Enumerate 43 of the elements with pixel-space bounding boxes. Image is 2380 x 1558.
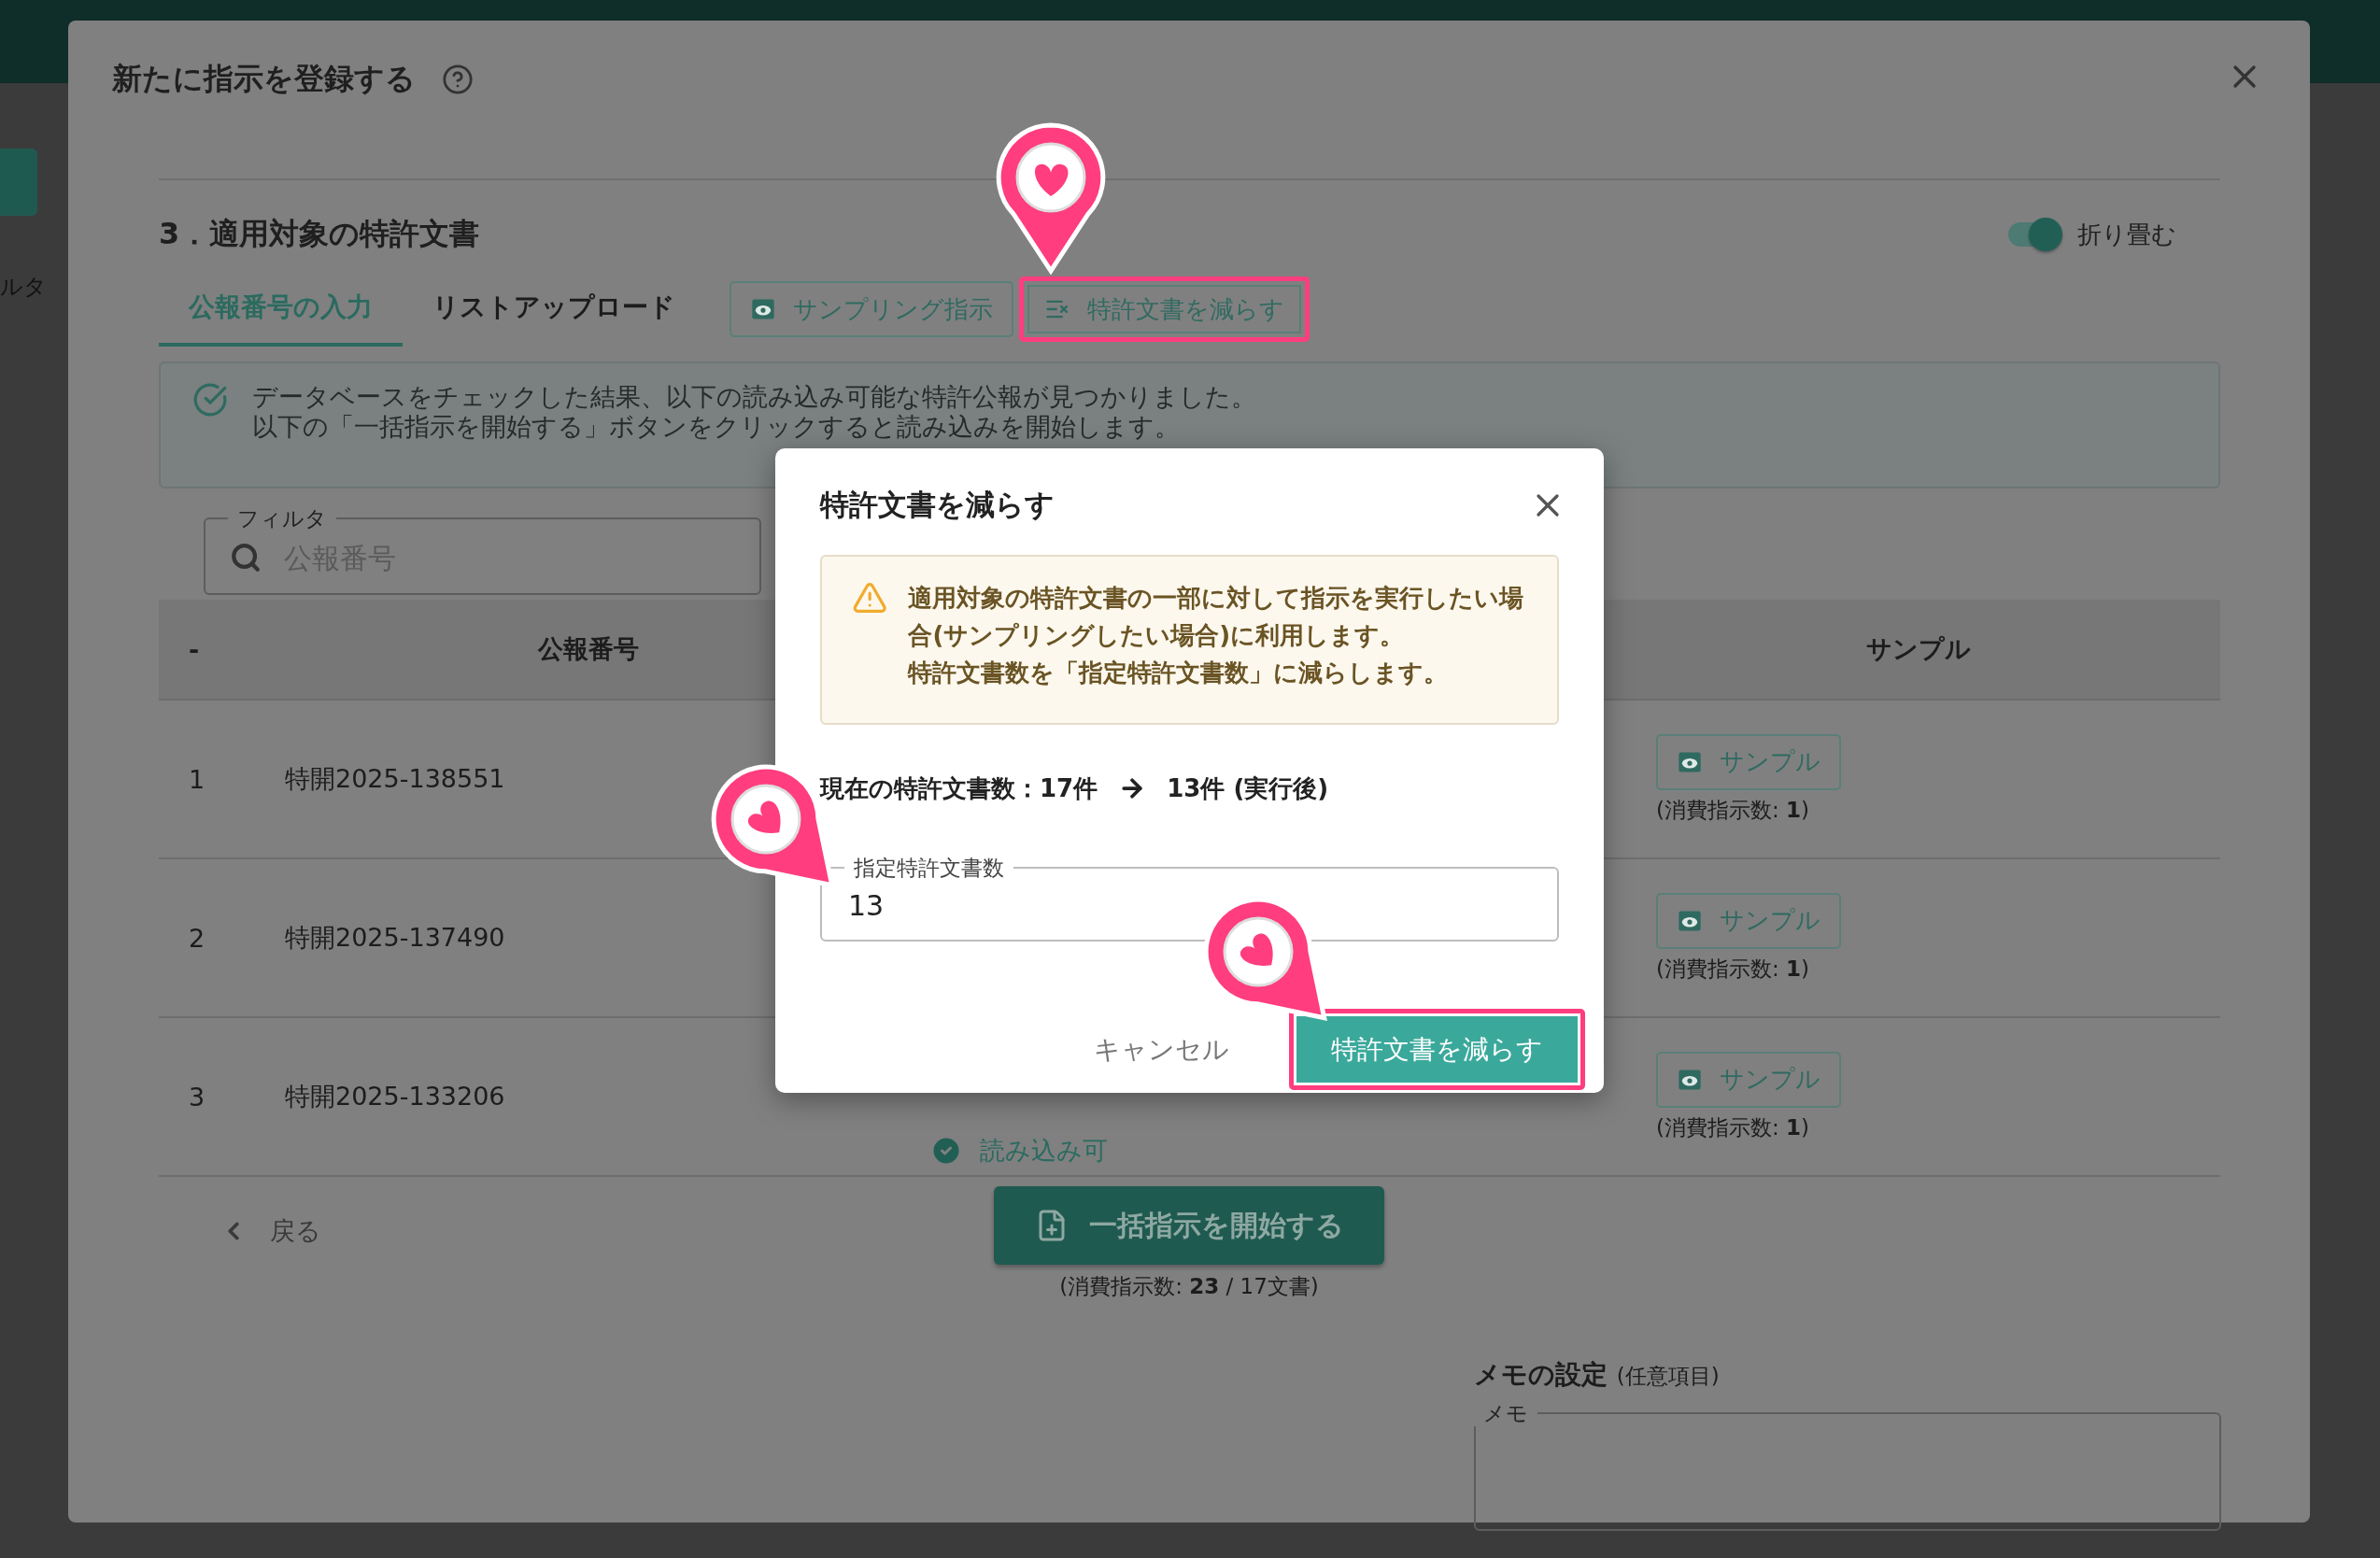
table-cell-text: 特開2025-133206 — [285, 1081, 505, 1112]
status-text: 読み込み可 — [980, 1135, 1108, 1167]
start-button[interactable]: 一括指示を開始する — [994, 1186, 1384, 1265]
tab[interactable]: リストアップロード — [403, 272, 705, 347]
modal-title: 新たに指示を登録する — [112, 60, 416, 98]
table-cell-text: 2 — [188, 923, 205, 953]
confirm-button[interactable]: 特許文書を減らす — [1289, 1009, 1585, 1090]
field-label: フィルタ — [237, 506, 327, 531]
heart-pin-icon — [995, 121, 1107, 276]
sample-button[interactable]: サンプル — [1656, 892, 1841, 949]
cancel-button[interactable]: キャンセル — [1088, 1030, 1235, 1069]
field-label: 指定特許文書数 — [854, 856, 1004, 880]
warning-text: 適用対象の特許文書の一部に対して指示を実行したい場合(サンプリングしたい場合)に利用します。 — [908, 583, 1525, 651]
alert-text: 以下の「一括指示を開始する」ボタンをクリックすると読み込みを開始します。 — [252, 412, 1181, 442]
dialog-title: 特許文書を減らす — [820, 487, 1055, 523]
memo-title: メモの設定 (任意項目) — [1474, 1358, 1721, 1392]
cost-note: (消費指示数: 1) — [1656, 1113, 1810, 1141]
table-cell-text: 1 — [188, 764, 205, 794]
help-icon[interactable] — [442, 63, 474, 95]
check-icon — [192, 382, 228, 418]
cost-note: (消費指示数: 1) — [1656, 955, 1810, 983]
current-count: 現在の特許文書数：17件 — [820, 772, 1098, 804]
table-cell-text: 3 — [188, 1082, 205, 1112]
alert-text: データベースをチェックした結果、以下の読み込み可能な特許公報が見つかりました。 — [252, 382, 1256, 412]
section-title: 3．適用対象の特許文書 — [159, 215, 480, 253]
number-input[interactable]: 13 — [846, 888, 1533, 923]
after-count: 13件 (実行後) — [1167, 772, 1329, 804]
column-header: - — [188, 634, 200, 664]
tab[interactable]: 公報番号の入力 — [159, 272, 403, 347]
column-header: 公報番号 — [538, 633, 639, 665]
field-label: メモ — [1483, 1401, 1528, 1425]
warning-text: 特許文書数を「指定特許文書数」に減らします。 — [908, 658, 1450, 688]
sample-button[interactable]: サンプル — [1656, 733, 1841, 790]
cost-note: (消費指示数: 23 / 17文書) — [1059, 1273, 1319, 1300]
table-cell-text: 特開2025-137490 — [285, 922, 505, 954]
sample-button[interactable]: サンプル — [1656, 1051, 1841, 1108]
reduce-button[interactable]: 特許文書を減らす — [1019, 276, 1310, 342]
column-header: サンプル — [1865, 633, 1971, 665]
table-cell-text: 特開2025-138551 — [285, 763, 505, 795]
cost-note: (消費指示数: 1) — [1656, 796, 1810, 824]
back-link[interactable]: 戻る — [220, 1214, 321, 1248]
sampling-button[interactable]: サンプリング指示 — [730, 281, 1013, 337]
switch-label: 折り畳む — [2077, 219, 2176, 250]
